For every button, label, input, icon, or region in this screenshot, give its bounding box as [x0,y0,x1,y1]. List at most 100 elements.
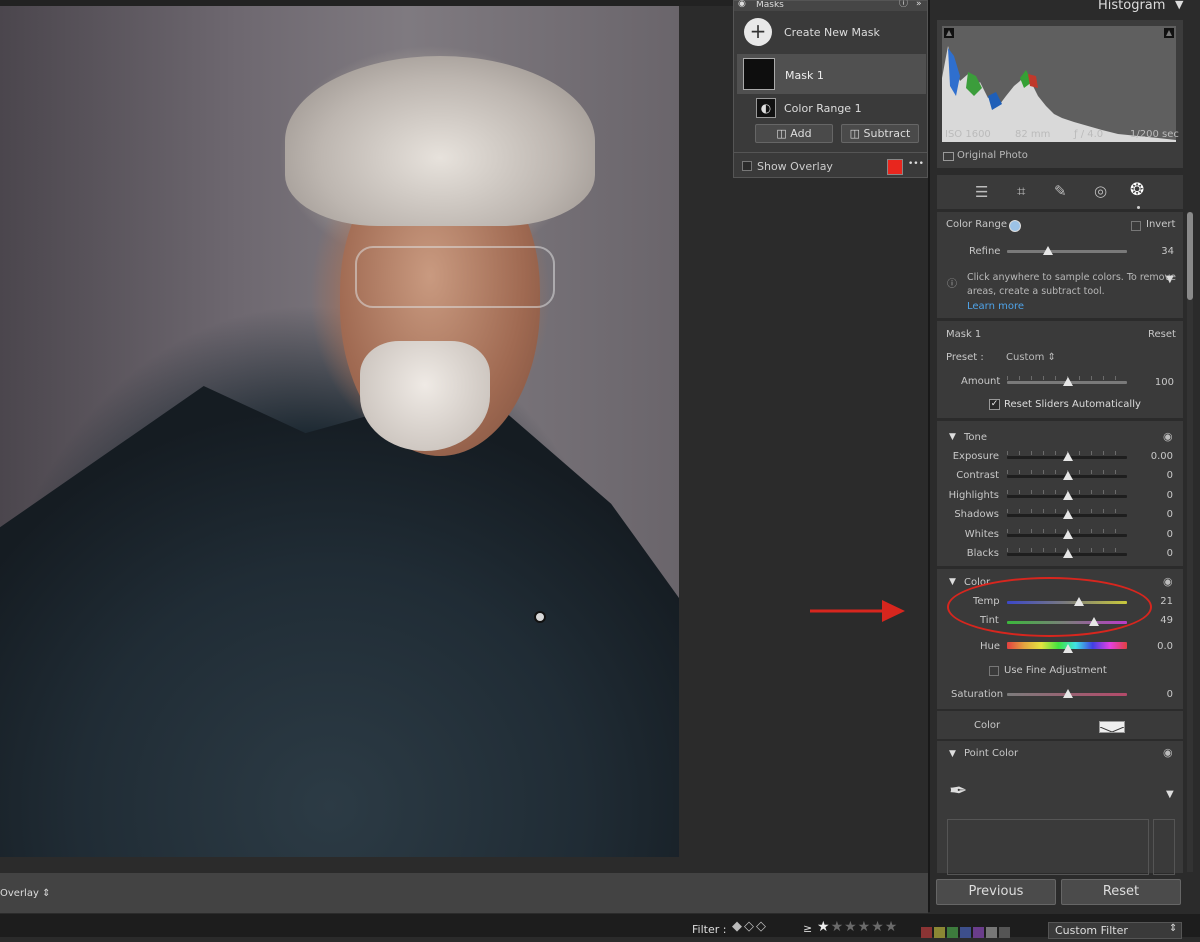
tone-slider-label: Exposure [952,451,999,462]
original-photo-checkbox[interactable] [943,152,954,161]
reset-sliders-checkbox[interactable]: ✓ [989,399,1000,410]
color-section: ▼ Color ◉ Temp 21 Tint 49 Hue 0.0 Use Fi… [937,569,1183,709]
refine-slider-thumb[interactable] [1042,246,1053,255]
star-rating-filter[interactable]: ★★★★★★ [817,919,898,935]
tone-slider-thumb[interactable] [1063,471,1073,481]
histogram-toggle-icon[interactable]: ▼ [1175,0,1183,11]
tone-slider-value[interactable]: 0 [1133,548,1173,559]
right-panel: Histogram ▼ ISO 1600 82 mm ƒ / 4.0 1/200… [928,0,1200,912]
point-color-visibility-icon[interactable]: ◉ [1163,746,1173,759]
create-new-mask-button[interactable]: + Create New Mask [734,13,927,51]
masking-icon[interactable]: ❂ [1130,180,1144,200]
color-swatch-label: Color [974,720,1001,731]
tone-slider-value[interactable]: 0 [1133,490,1173,501]
red-eye-icon[interactable]: ◎ [1094,182,1107,200]
overlay-color-swatch[interactable] [887,159,903,175]
masks-panel: ◉ Masks ⓘ » + Create New Mask Mask 1 ◐ C… [733,0,928,178]
saturation-label: Saturation [951,689,1004,700]
mask-settings-section: Mask 1 Reset Preset : Custom ⇕ Amount 10… [937,321,1183,418]
overlay-row: Show Overlay ••• [734,152,927,179]
tone-slider-highlights: Highlights 0 [937,489,1183,508]
hue-value[interactable]: 0.0 [1133,641,1173,652]
color-sample-pin[interactable] [534,611,546,623]
add-label: Add [790,127,812,140]
info-icon: ⓘ [947,279,957,290]
invert-checkbox[interactable] [1131,221,1141,231]
invert-label: Invert [1146,219,1176,230]
color-collapse-icon[interactable]: ▼ [949,577,956,587]
point-color-collapse-icon[interactable]: ▼ [949,749,956,759]
create-new-mask-label: Create New Mask [784,26,880,39]
saturation-value[interactable]: 0 [1133,689,1173,700]
plus-icon: + [744,18,772,46]
preset-dropdown[interactable]: Custom ⇕ [1006,352,1056,363]
info-expand-icon[interactable]: ▼ [1166,274,1174,285]
tool-strip: ☰ ⌗ ✎ ◎ ❂ [937,175,1183,209]
tone-slider-thumb[interactable] [1063,452,1073,461]
healing-icon[interactable]: ✎ [1054,182,1067,200]
scrollbar-thumb[interactable] [1187,212,1193,300]
point-color-expand-icon[interactable]: ▼ [1166,789,1174,800]
reset-button[interactable]: Reset [1061,879,1181,905]
previous-button[interactable]: Previous [936,879,1056,905]
eye-icon[interactable]: ◉ [738,0,746,9]
collapse-icon[interactable]: » [916,0,922,9]
more-options-icon[interactable]: ••• [908,159,924,169]
flag-filter-icons[interactable]: ◆◇◇ [732,919,768,934]
original-photo-label: Original Photo [957,150,1028,161]
histogram-graph[interactable] [942,26,1176,142]
mask-reset-button[interactable]: Reset [1148,329,1176,340]
tone-slider-value[interactable]: 0 [1133,470,1173,481]
no-color-icon [1100,726,1124,732]
tone-slider-shadows: Shadows 0 [937,509,1183,527]
tone-slider-value[interactable]: 0 [1133,529,1173,540]
tone-collapse-icon[interactable]: ▼ [949,432,956,442]
hue-label: Hue [980,641,1001,652]
rating-operator[interactable]: ≥ [803,922,812,935]
tone-visibility-icon[interactable]: ◉ [1163,430,1173,443]
eyedropper-icon[interactable]: ✒ [949,779,967,804]
tone-slider-whites: Whites 0 [937,528,1183,547]
crop-icon[interactable]: ⌗ [1017,182,1025,200]
color-swatch-none[interactable] [1099,721,1125,733]
tone-slider-blacks: Blacks 0 [937,548,1183,566]
tone-title[interactable]: Tone [964,432,987,443]
tone-slider-thumb[interactable] [1063,510,1073,520]
photo-canvas[interactable] [0,6,679,857]
tone-slider-value[interactable]: 0.00 [1133,451,1173,462]
histogram-header[interactable]: Histogram ▼ [930,0,1200,14]
amount-slider-thumb[interactable] [1063,377,1073,386]
color-range-label: Color Range [946,219,1007,230]
tone-slider-thumb[interactable] [1063,549,1073,558]
overlay-dropdown[interactable]: Overlay ⇕ [0,888,50,899]
custom-filter-dropdown[interactable]: Custom Filter ⇕ [1048,922,1182,939]
tone-slider-value[interactable]: 0 [1133,509,1173,520]
help-icon[interactable]: ⓘ [899,0,908,9]
refine-slider-track[interactable] [1007,250,1127,253]
photo-hair [285,56,595,226]
fine-adjust-checkbox[interactable] [989,666,999,676]
color-sample-dot[interactable] [1009,220,1021,232]
tone-slider-thumb[interactable] [1063,490,1073,500]
color-label-filter[interactable] [921,923,1010,938]
mask-1-row[interactable]: Mask 1 [737,54,926,94]
masks-title: Masks [756,1,784,10]
saturation-slider-thumb[interactable] [1063,689,1073,698]
tone-slider-label: Whites [964,528,999,540]
subtract-button[interactable]: ◫ Subtract [841,124,919,143]
learn-more-link[interactable]: Learn more [967,301,1024,312]
color-visibility-icon[interactable]: ◉ [1163,575,1173,588]
color-range-1-row[interactable]: ◐ Color Range 1 [734,97,927,119]
hue-slider-thumb[interactable] [1063,644,1073,653]
chevron-updown-icon: ⇕ [42,888,51,899]
preset-value: Custom [1006,352,1045,363]
point-color-swatch-area[interactable] [947,819,1149,875]
panel-scrollbar[interactable] [1187,212,1193,872]
tone-slider-thumb[interactable] [1063,529,1073,539]
point-color-title[interactable]: Point Color [964,748,1018,759]
add-button[interactable]: ◫ Add [755,124,833,143]
amount-value[interactable]: 100 [1134,377,1174,388]
show-overlay-checkbox[interactable] [742,161,752,171]
edit-sliders-icon[interactable]: ☰ [975,183,988,201]
refine-value[interactable]: 34 [1134,246,1174,257]
